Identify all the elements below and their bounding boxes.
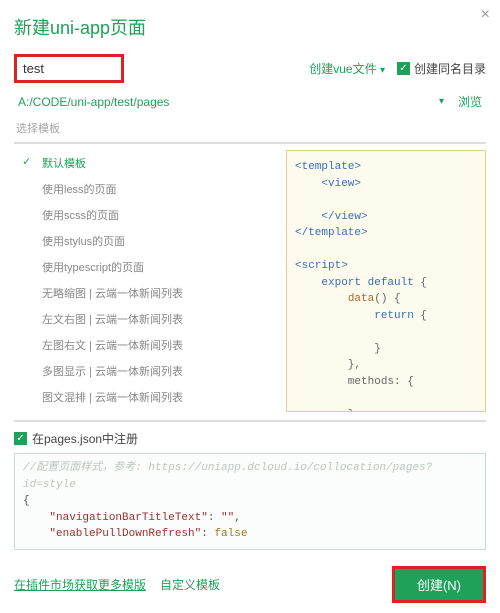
custom-template-link[interactable]: 自定义模板 [160, 576, 220, 593]
browse-button[interactable]: 浏览 [458, 93, 482, 110]
name-row: 创建vue文件 ▾ ✓ 创建同名目录 [14, 54, 486, 83]
template-section-label: 选择模板 [16, 120, 486, 136]
json-line: { [23, 493, 477, 510]
close-icon[interactable]: × [481, 6, 490, 24]
register-checkbox[interactable]: ✓ 在pages.json中注册 [14, 430, 486, 447]
same-dir-checkbox[interactable]: ✓ 创建同名目录 [397, 60, 486, 77]
code-preview: <template> <view> </view> </template> <s… [286, 150, 486, 412]
json-line: "navigationBarTitleText": "", [23, 510, 477, 527]
dialog-title: 新建uni-app页面 [14, 14, 486, 40]
create-button[interactable]: 创建(N) [395, 569, 483, 600]
template-list[interactable]: 默认模板使用less的页面使用scss的页面使用stylus的页面使用types… [14, 150, 278, 412]
pages-json-preview: //配置页面样式，参考: https://uniapp.dcloud.io/co… [14, 453, 486, 550]
json-comment: //配置页面样式，参考: https://uniapp.dcloud.io/co… [23, 460, 477, 493]
preview-pre: <template> <view> </view> </template> <s… [295, 159, 477, 412]
template-area: 默认模板使用less的页面使用scss的页面使用stylus的页面使用types… [14, 142, 486, 422]
create-vue-label: 创建vue文件 [309, 62, 376, 76]
json-line: "enablePullDownRefresh": false [23, 526, 477, 543]
same-dir-label: 创建同名目录 [414, 60, 486, 77]
path-display: A:/CODE/uni-app/test/pages [18, 95, 169, 109]
footer: 在插件市场获取更多模版 自定义模板 创建(N) [14, 566, 486, 603]
template-item[interactable]: 图文混排 | 云端一体新闻列表 [14, 384, 274, 410]
template-item[interactable]: 无略缩图 | 云端一体新闻列表 [14, 280, 274, 306]
template-item[interactable]: 使用scss的页面 [14, 202, 274, 228]
check-icon: ✓ [14, 432, 27, 445]
template-item[interactable]: 多图显示 | 云端一体新闻列表 [14, 358, 274, 384]
chevron-down-icon: ▾ [380, 65, 385, 76]
template-item[interactable]: 大图模式 | 云端一体新闻列表 [14, 410, 274, 412]
marketplace-link[interactable]: 在插件市场获取更多模版 [14, 576, 146, 593]
template-item[interactable]: 使用less的页面 [14, 176, 274, 202]
create-button-wrap: 创建(N) [392, 566, 486, 603]
path-dropdown-icon[interactable]: ▾ [439, 96, 444, 107]
new-page-dialog: × 新建uni-app页面 创建vue文件 ▾ ✓ 创建同名目录 A:/CODE… [0, 0, 500, 613]
register-label: 在pages.json中注册 [32, 430, 138, 447]
template-item[interactable]: 默认模板 [14, 150, 274, 176]
template-item[interactable]: 使用typescript的页面 [14, 254, 274, 280]
create-vue-link[interactable]: 创建vue文件 ▾ [309, 60, 385, 77]
check-icon: ✓ [397, 62, 410, 75]
template-item[interactable]: 左文右图 | 云端一体新闻列表 [14, 306, 274, 332]
template-item[interactable]: 使用stylus的页面 [14, 228, 274, 254]
path-row: A:/CODE/uni-app/test/pages ▾ 浏览 [14, 93, 486, 110]
page-name-input[interactable] [14, 54, 124, 83]
template-item[interactable]: 左图右文 | 云端一体新闻列表 [14, 332, 274, 358]
